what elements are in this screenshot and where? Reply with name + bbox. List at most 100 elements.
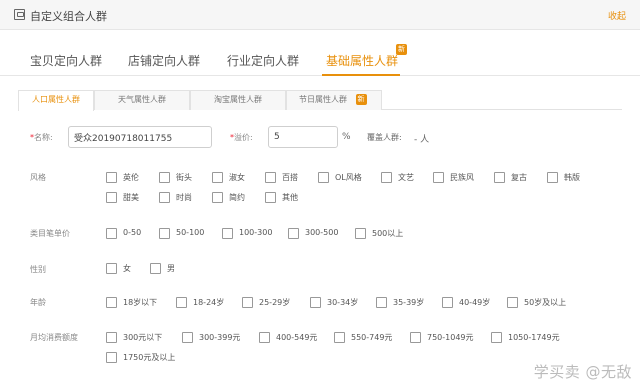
checkbox[interactable] [106, 352, 117, 363]
checkbox[interactable] [106, 332, 117, 343]
checkbox[interactable] [310, 297, 321, 308]
checkbox[interactable] [334, 332, 345, 343]
main-tab-bar: 宝贝定向人群 店铺定向人群 行业定向人群 基础属性人群 新 [0, 42, 640, 76]
spend-row-label: 月均消费额度 [30, 333, 78, 342]
style-row-label: 风格 [30, 173, 46, 182]
option-label: 韩版 [564, 173, 580, 182]
premium-input[interactable] [268, 126, 338, 148]
option-label: 30-34岁 [327, 298, 359, 307]
tab-basic-attribute-audience[interactable]: 基础属性人群 [326, 52, 398, 69]
option-label: 甜美 [123, 193, 139, 202]
option-label: 50-100 [176, 228, 205, 237]
checkbox[interactable] [376, 297, 387, 308]
option-label: OL风格 [335, 173, 362, 182]
checkbox[interactable] [318, 172, 329, 183]
tab-industry-audience[interactable]: 行业定向人群 [227, 52, 299, 69]
tab-item-audience[interactable]: 宝贝定向人群 [30, 52, 102, 69]
option-label: 文艺 [398, 173, 414, 182]
option-label: 民族风 [450, 173, 474, 182]
checkbox[interactable] [265, 192, 276, 203]
name-label: *名称: [30, 132, 53, 143]
checkbox[interactable] [491, 332, 502, 343]
option-label: 街头 [176, 173, 192, 182]
option-label: 时尚 [176, 193, 192, 202]
premium-label: *溢价: [230, 132, 253, 143]
checkbox[interactable] [547, 172, 558, 183]
checkbox[interactable] [159, 228, 170, 239]
option-label: 复古 [511, 173, 527, 182]
option-label: 淑女 [229, 173, 245, 182]
option-label: 50岁及以上 [524, 298, 567, 307]
group-icon [14, 9, 25, 20]
subtab-taobao[interactable]: 淘宝属性人群 [190, 90, 286, 110]
panel-header: 自定义组合人群 收起 [0, 0, 640, 30]
coverage-label: 覆盖人群: [367, 133, 402, 142]
active-tab-indicator [322, 74, 400, 76]
option-label: 40-49岁 [459, 298, 491, 307]
subtab-weather[interactable]: 天气属性人群 [94, 90, 190, 110]
checkbox[interactable] [106, 228, 117, 239]
option-label: 1050-1749元 [508, 333, 560, 342]
checkbox[interactable] [150, 263, 161, 274]
option-label: 750-1049元 [427, 333, 474, 342]
premium-unit: % [342, 132, 351, 142]
option-label: 25-29岁 [259, 298, 291, 307]
checkbox[interactable] [242, 297, 253, 308]
checkbox[interactable] [182, 332, 193, 343]
checkbox[interactable] [212, 192, 223, 203]
checkbox[interactable] [507, 297, 518, 308]
option-label: 女 [123, 264, 131, 273]
watermark: 学买卖 @无敌 [533, 363, 632, 381]
option-label: 其他 [282, 193, 298, 202]
checkbox[interactable] [442, 297, 453, 308]
checkbox[interactable] [176, 297, 187, 308]
option-label: 300-399元 [199, 333, 241, 342]
tab-shop-audience[interactable]: 店铺定向人群 [128, 52, 200, 69]
premium-label-text: 溢价: [234, 133, 253, 142]
option-label: 550-749元 [351, 333, 393, 342]
option-label: 0-50 [123, 228, 142, 237]
checkbox[interactable] [106, 192, 117, 203]
option-label: 百搭 [282, 173, 298, 182]
age-row-label: 年龄 [30, 298, 46, 307]
subtab-demographic[interactable]: 人口属性人群 [18, 90, 94, 111]
new-badge: 新 [396, 44, 407, 55]
collapse-link[interactable]: 收起 [608, 9, 626, 22]
coverage-value: - 人 [414, 135, 430, 145]
checkbox[interactable] [433, 172, 444, 183]
checkbox[interactable] [212, 172, 223, 183]
checkbox[interactable] [159, 192, 170, 203]
subtab-festival[interactable]: 节日属性人群 新 [286, 90, 382, 110]
subtab-festival-label: 节日属性人群 [299, 95, 347, 104]
name-label-text: 名称: [34, 133, 53, 142]
checkbox[interactable] [265, 172, 276, 183]
option-label: 简约 [229, 193, 245, 202]
checkbox[interactable] [381, 172, 392, 183]
option-label: 18-24岁 [193, 298, 225, 307]
checkbox[interactable] [106, 172, 117, 183]
checkbox[interactable] [494, 172, 505, 183]
option-label: 1750元及以上 [123, 353, 176, 362]
gender-row-label: 性别 [30, 265, 46, 274]
option-label: 300元以下 [123, 333, 163, 342]
sub-tab-bar: 人口属性人群 天气属性人群 淘宝属性人群 节日属性人群 新 [18, 90, 622, 111]
option-label: 35-39岁 [393, 298, 425, 307]
option-label: 100-300 [239, 228, 273, 237]
checkbox[interactable] [106, 263, 117, 274]
price-row-label: 类目笔单价 [30, 229, 70, 238]
checkbox[interactable] [259, 332, 270, 343]
panel-title: 自定义组合人群 [30, 10, 107, 23]
option-label: 400-549元 [276, 333, 318, 342]
option-label: 500以上 [372, 229, 404, 238]
checkbox[interactable] [106, 297, 117, 308]
option-label: 18岁以下 [123, 298, 158, 307]
name-input[interactable] [68, 126, 212, 148]
checkbox[interactable] [222, 228, 233, 239]
checkbox[interactable] [355, 228, 366, 239]
checkbox[interactable] [288, 228, 299, 239]
checkbox[interactable] [159, 172, 170, 183]
option-label: 英伦 [123, 173, 139, 182]
new-badge: 新 [355, 94, 367, 105]
option-label: 300-500 [305, 228, 339, 237]
checkbox[interactable] [410, 332, 421, 343]
